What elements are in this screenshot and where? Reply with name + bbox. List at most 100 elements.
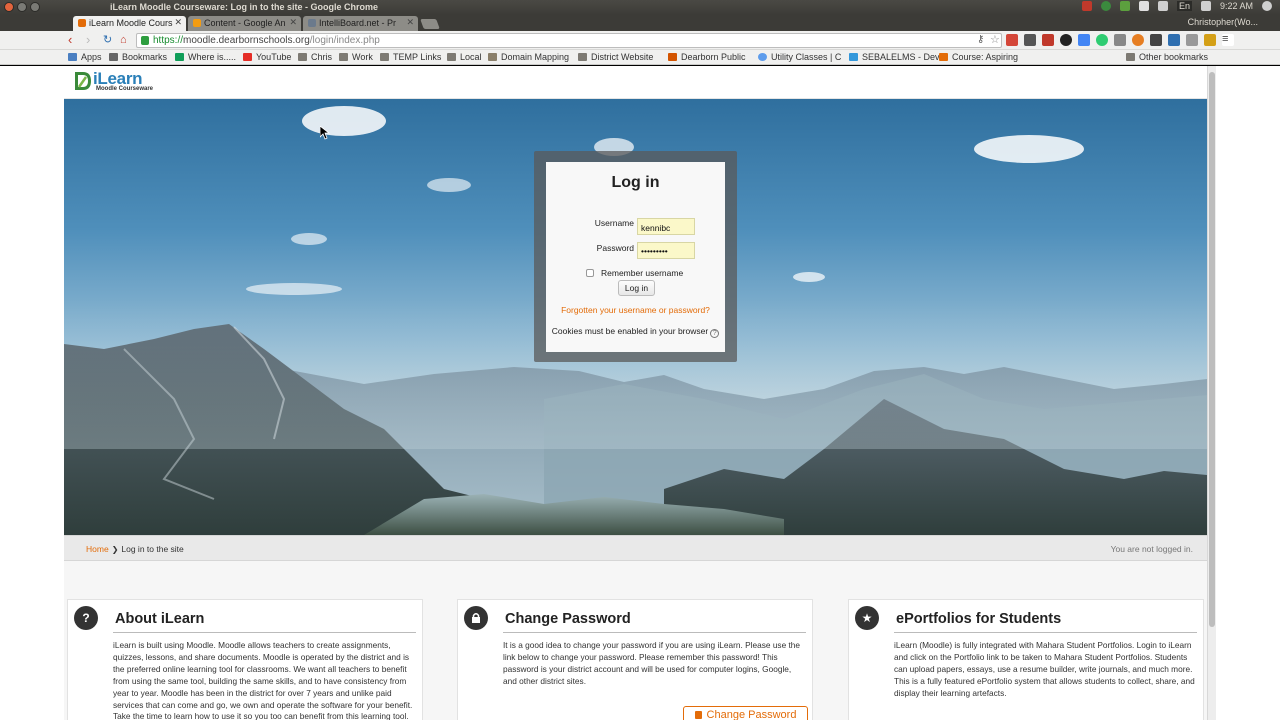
remember-username-label: Remember username bbox=[601, 268, 684, 278]
bookmark-utility-classes[interactable]: Utility Classes | C bbox=[758, 52, 841, 62]
reload-icon[interactable]: ↻ bbox=[103, 33, 112, 47]
bookmark-apps[interactable]: Apps bbox=[68, 52, 102, 62]
moodle-favicon-icon bbox=[78, 19, 86, 27]
extension-icon[interactable] bbox=[1186, 34, 1198, 46]
page-left-margin bbox=[0, 66, 64, 720]
network-icon[interactable] bbox=[1157, 1, 1168, 11]
help-icon[interactable]: ? bbox=[710, 329, 720, 338]
window-close-button[interactable] bbox=[4, 2, 14, 12]
card-divider bbox=[894, 632, 1197, 633]
card-text: It is a good idea to change your passwor… bbox=[503, 640, 801, 686]
site-header: iLearn Moodle Courseware bbox=[64, 66, 1207, 99]
bookmark-other[interactable]: Other bookmarks bbox=[1126, 52, 1208, 62]
bookmark-label: Dearborn Public bbox=[681, 52, 746, 62]
bookmark-youtube[interactable]: YouTube bbox=[243, 52, 291, 62]
bookmark-bookmarks[interactable]: Bookmarks bbox=[109, 52, 167, 62]
window-maximize-button[interactable] bbox=[30, 2, 40, 12]
keyboard-lang[interactable]: En bbox=[1176, 1, 1192, 11]
close-icon[interactable]: ✕ bbox=[174, 17, 182, 28]
bookmark-chris[interactable]: Chris bbox=[298, 52, 332, 62]
bookmark-where-is[interactable]: Where is..... bbox=[175, 52, 236, 62]
gear-icon[interactable] bbox=[1262, 1, 1272, 11]
extension-icon[interactable] bbox=[1096, 34, 1108, 46]
address-bar[interactable]: https://moodle.dearbornschools.org/login… bbox=[136, 33, 1002, 48]
change-password-button[interactable]: Change Password bbox=[683, 706, 808, 720]
bookmark-district-website[interactable]: District Website bbox=[578, 52, 653, 62]
extension-icon[interactable] bbox=[1150, 34, 1162, 46]
breadcrumb-separator-icon: ❯ bbox=[111, 545, 119, 554]
login-panel: Log in Username Password ••••••••• Remem… bbox=[546, 162, 725, 352]
hero-background: Log in Username Password ••••••••• Remem… bbox=[64, 99, 1207, 535]
close-icon[interactable]: ✕ bbox=[406, 17, 414, 28]
extension-icon[interactable] bbox=[1024, 34, 1036, 46]
extension-icon[interactable] bbox=[1204, 34, 1216, 46]
tab-strip: iLearn Moodle Cours ✕ Content - Google A… bbox=[0, 15, 1280, 31]
extension-icon[interactable] bbox=[1042, 34, 1054, 46]
bookmark-label: Work bbox=[352, 52, 373, 62]
cookies-note: Cookies must be enabled in your browser? bbox=[546, 326, 725, 338]
tab-ilearn[interactable]: iLearn Moodle Cours ✕ bbox=[73, 16, 186, 31]
extension-icon[interactable] bbox=[1132, 34, 1144, 46]
bluetooth-icon[interactable] bbox=[1138, 1, 1149, 11]
evernote-icon[interactable] bbox=[1119, 1, 1130, 11]
clock[interactable]: 9:22 AM bbox=[1220, 1, 1253, 11]
breadcrumb-current: Log in to the site bbox=[121, 544, 184, 554]
page-scrollbar[interactable] bbox=[1207, 66, 1216, 720]
home-icon[interactable]: ⌂ bbox=[120, 33, 127, 47]
login-panel-frame: Log in Username Password ••••••••• Remem… bbox=[534, 151, 737, 362]
scrollbar-thumb[interactable] bbox=[1209, 72, 1215, 627]
tab-label: IntelliBoard.net - Pr bbox=[319, 18, 397, 28]
remember-username-checkbox[interactable] bbox=[586, 269, 594, 277]
window-controls bbox=[4, 2, 40, 12]
drive-icon[interactable] bbox=[1078, 34, 1090, 46]
breadcrumb-bar: Home ❯ Log in to the site You are not logg… bbox=[64, 535, 1207, 561]
extension-icon[interactable] bbox=[1168, 34, 1180, 46]
apps-grid-icon bbox=[68, 53, 77, 61]
forgot-password-link[interactable]: Forgotten your username or password? bbox=[546, 305, 725, 315]
camera-icon[interactable] bbox=[1081, 1, 1092, 11]
volume-icon[interactable] bbox=[1200, 1, 1211, 11]
password-field[interactable]: ••••••••• bbox=[637, 242, 695, 259]
tab-label: Content - Google An bbox=[204, 18, 286, 28]
profile-name[interactable]: Christopher(Wo... bbox=[1188, 17, 1258, 27]
key-icon[interactable]: ⚷ bbox=[977, 33, 984, 47]
tab-google-analytics[interactable]: Content - Google An ✕ bbox=[188, 16, 301, 31]
bookmark-work[interactable]: Work bbox=[339, 52, 373, 62]
username-field[interactable] bbox=[637, 218, 695, 235]
bookmark-dearborn-public[interactable]: Dearborn Public bbox=[668, 52, 746, 62]
extension-icon[interactable] bbox=[1114, 34, 1126, 46]
bookmark-local[interactable]: Local bbox=[447, 52, 482, 62]
card-text: iLearn is built using Moodle. Moodle all… bbox=[113, 640, 413, 720]
login-button[interactable]: Log in bbox=[618, 280, 655, 296]
new-tab-button[interactable] bbox=[420, 19, 440, 29]
window-title: iLearn Moodle Courseware: Log in to the … bbox=[110, 2, 379, 12]
password-label: Password bbox=[596, 243, 634, 253]
remember-username[interactable]: Remember username bbox=[586, 268, 683, 278]
card-title: About iLearn bbox=[115, 611, 205, 627]
breadcrumb-home-link[interactable]: Home bbox=[86, 544, 109, 554]
tab-intelliboard[interactable]: IntelliBoard.net - Pr ✕ bbox=[303, 16, 418, 31]
bookmark-domain-mapping[interactable]: Domain Mapping bbox=[488, 52, 569, 62]
folder-icon bbox=[339, 53, 348, 61]
card-eportfolios: ★ ePortfolios for Students iLearn (Moodl… bbox=[848, 599, 1204, 720]
star-icon[interactable]: ☆ bbox=[990, 33, 1000, 47]
bookmark-label: Apps bbox=[81, 52, 102, 62]
chrome-icon[interactable] bbox=[1100, 1, 1111, 11]
bookmark-label: Domain Mapping bbox=[501, 52, 570, 62]
back-icon[interactable]: ‹ bbox=[68, 33, 72, 47]
forward-icon[interactable]: › bbox=[86, 33, 90, 47]
bookmark-label: Where is..... bbox=[188, 52, 237, 62]
mm-icon bbox=[488, 53, 497, 61]
window-minimize-button[interactable] bbox=[17, 2, 27, 12]
bookmark-sebalelms[interactable]: SEBALELMS - Dev bbox=[849, 52, 940, 62]
bookmark-temp-links[interactable]: TEMP Links bbox=[380, 52, 441, 62]
moodle-icon bbox=[939, 53, 948, 61]
gmail-icon[interactable] bbox=[1006, 34, 1018, 46]
globe-icon bbox=[758, 53, 767, 61]
url-scheme: https:// bbox=[153, 35, 184, 46]
menu-icon[interactable]: ≡ bbox=[1222, 34, 1234, 46]
folder-icon bbox=[380, 53, 389, 61]
bookmark-course-aspiring[interactable]: Course: Aspiring bbox=[939, 52, 1018, 62]
extension-icon[interactable] bbox=[1060, 34, 1072, 46]
close-icon[interactable]: ✕ bbox=[289, 17, 297, 28]
